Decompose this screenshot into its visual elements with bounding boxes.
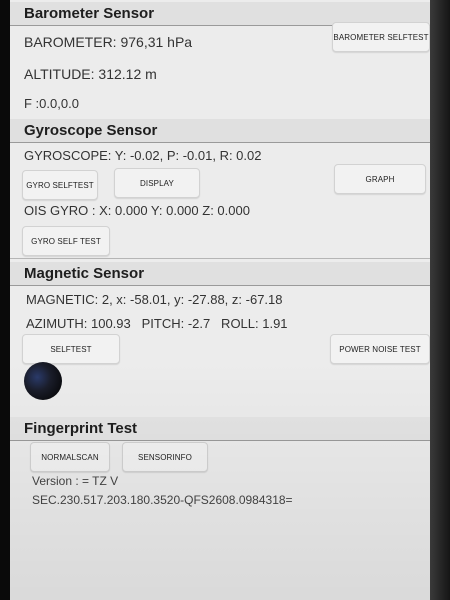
gyroscope-header: Gyroscope Sensor bbox=[10, 119, 430, 143]
sensor-test-screen: Barometer Sensor BAROMETER: 976,31 hPa B… bbox=[10, 0, 430, 600]
f-value: F :0.0,0.0 bbox=[24, 96, 79, 111]
barometer-reading: BAROMETER: 976,31 hPa bbox=[24, 34, 193, 50]
gyroscope-reading: GYROSCOPE: Y: -0.02, P: -0.01, R: 0.02 bbox=[24, 148, 262, 163]
graph-button[interactable]: GRAPH bbox=[334, 164, 426, 194]
fingerprint-build: SEC.230.517.203.180.3520-QFS2608.0984318… bbox=[32, 493, 293, 507]
barometer-selftest-button[interactable]: BAROMETER SELFTEST bbox=[332, 22, 430, 52]
fingerprint-header: Fingerprint Test bbox=[10, 417, 430, 441]
magnetic-selftest-button[interactable]: SELFTEST bbox=[22, 334, 120, 364]
fingerprint-version: Version : = TZ V bbox=[32, 474, 119, 488]
gyro-selftest-button[interactable]: GYRO SELFTEST bbox=[22, 170, 98, 200]
magnetic-header: Magnetic Sensor bbox=[10, 262, 430, 286]
sensorinfo-button[interactable]: SENSORINFO bbox=[122, 442, 208, 472]
normalscan-button[interactable]: NORMALSCAN bbox=[30, 442, 110, 472]
magnetic-reading: MAGNETIC: 2, x: -58.01, y: -27.88, z: -6… bbox=[26, 292, 283, 307]
altitude-reading: ALTITUDE: 312.12 m bbox=[24, 66, 157, 82]
gyro-self-test-button[interactable]: GYRO SELF TEST bbox=[22, 226, 110, 256]
azimuth-pitch-roll: AZIMUTH: 100.93 PITCH: -2.7 ROLL: 1.91 bbox=[26, 316, 288, 331]
device-bezel bbox=[430, 0, 450, 600]
gyroscope-divider bbox=[10, 258, 430, 259]
compass-ball-icon bbox=[24, 362, 62, 400]
power-noise-test-button[interactable]: POWER NOISE TEST bbox=[330, 334, 430, 364]
ois-gyro-reading: OIS GYRO : X: 0.000 Y: 0.000 Z: 0.000 bbox=[24, 203, 250, 218]
display-button[interactable]: DISPLAY bbox=[114, 168, 200, 198]
